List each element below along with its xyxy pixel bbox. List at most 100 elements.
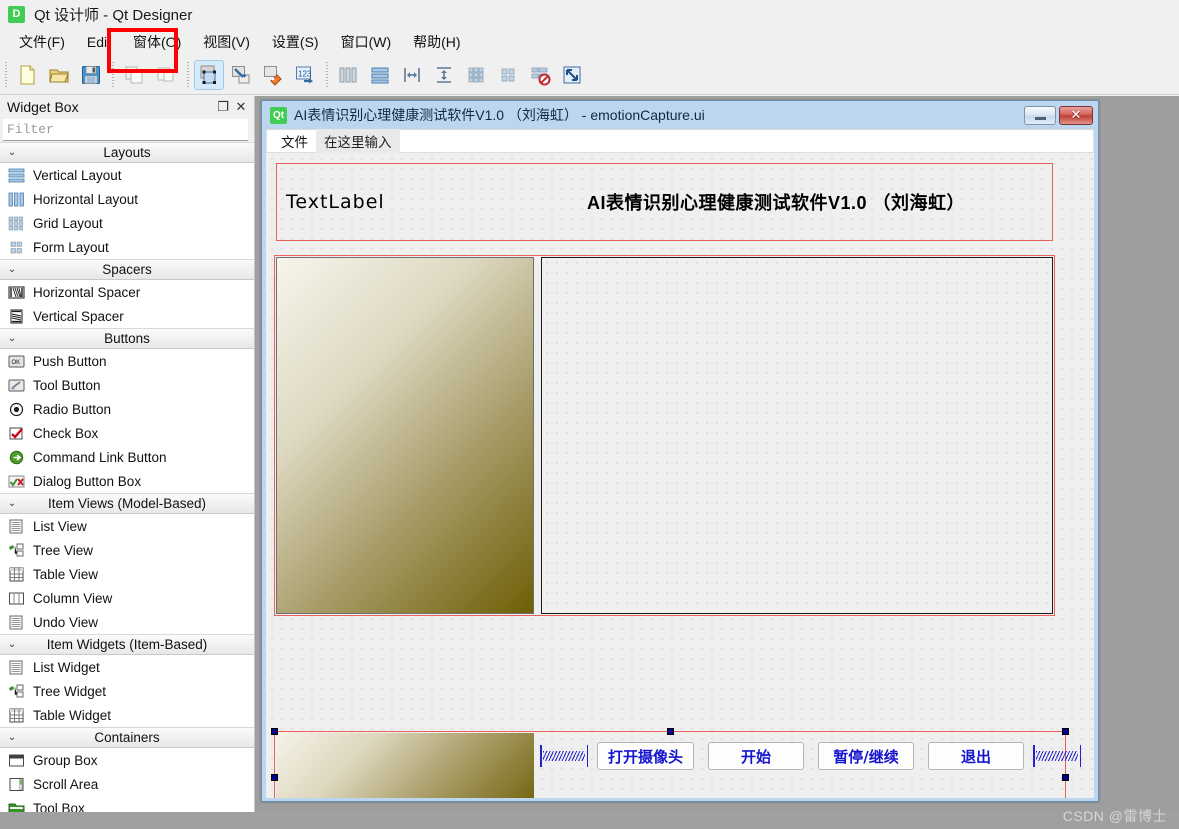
list-view-icon [5,517,27,535]
text-label[interactable]: TextLabel [286,191,385,213]
selection-handle[interactable] [667,728,674,735]
menu-settings[interactable]: 设置(S) [261,29,330,55]
widget-item-label: Vertical Spacer [33,308,124,324]
video-preview-panel[interactable] [276,257,534,614]
toolbar-grip-3[interactable] [184,62,191,88]
widget-item-table-widget[interactable]: Table Widget [0,703,254,727]
form-menu-placeholder[interactable]: 在这里输入 [316,129,400,153]
widget-item-check-box[interactable]: Check Box [0,421,254,445]
new-file-icon[interactable] [12,60,42,90]
app-logo-icon: D [8,6,25,23]
widget-item-label: Check Box [33,425,99,441]
edit-widgets-icon[interactable] [194,60,224,90]
toolbar-grip-4[interactable] [323,62,330,88]
category-label: Buttons [104,331,150,346]
menu-help[interactable]: 帮助(H) [402,29,471,55]
app-title: Qt 设计师 - Qt Designer [34,7,193,24]
widget-item-horizontal-layout[interactable]: Horizontal Layout [0,187,254,211]
bottom-strip [0,812,1179,829]
widget-item-table-view[interactable]: Table View [0,562,254,586]
widget-list: ⌄ Layouts Vertical Layout Horizontal Lay… [0,142,254,829]
title-label[interactable]: AI表情识别心理健康测试软件V1.0 （刘海虹） [587,189,965,215]
command-link-button-icon [5,448,27,466]
widget-item-tree-widget[interactable]: Tree Widget [0,679,254,703]
minimize-button[interactable] [1024,105,1056,125]
start-button[interactable]: 开始 [708,742,805,770]
toolbar-grip[interactable] [2,62,9,88]
widget-item-label: Push Button [33,353,107,369]
result-display-panel[interactable] [541,257,1053,614]
widget-item-vertical-layout[interactable]: Vertical Layout [0,163,254,187]
edit-signals-slots-icon[interactable] [226,60,256,90]
widget-item-label: Table View [33,566,99,582]
selection-handle[interactable] [271,774,278,781]
widget-item-vertical-spacer[interactable]: Vertical Spacer [0,304,254,328]
widget-item-label: Vertical Layout [33,167,122,183]
category-item-views[interactable]: ⌄ Item Views (Model-Based) [0,493,254,514]
edit-tab-order-icon[interactable]: 123 [290,60,320,90]
selection-handle[interactable] [1062,728,1069,735]
selection-handle[interactable] [271,728,278,735]
widget-box-title-bar: Widget Box ❐ ✕ [0,96,254,118]
widget-item-tool-button[interactable]: Tool Button [0,373,254,397]
selection-handle[interactable] [1062,774,1069,781]
widget-item-list-view[interactable]: List View [0,514,254,538]
widget-item-group-box[interactable]: Group Box [0,748,254,772]
category-containers[interactable]: ⌄ Containers [0,727,254,748]
widget-item-label: Tool Button [33,377,101,393]
save-file-icon[interactable] [76,60,106,90]
open-camera-button[interactable]: 打开摄像头 [597,742,695,770]
widget-item-label: Column View [33,590,113,606]
category-layouts[interactable]: ⌄ Layouts [0,142,254,163]
grid-layout-icon [5,214,27,232]
horizontal-spacer-left[interactable] [538,745,590,767]
pause-resume-button[interactable]: 暂停/继续 [818,742,915,770]
widget-item-label: Dialog Button Box [33,473,142,489]
widget-item-push-button[interactable]: OK Push Button [0,349,254,373]
filter-input[interactable]: Filter [3,119,248,141]
horizontal-layout-icon [5,190,27,208]
widget-item-form-layout[interactable]: Form Layout [0,235,254,259]
open-file-icon[interactable] [44,60,74,90]
widget-item-label: Horizontal Spacer [33,284,141,300]
widget-item-column-view[interactable]: Column View [0,586,254,610]
close-icon[interactable]: ✕ [232,99,250,115]
widget-item-label: Form Layout [33,239,109,255]
widget-item-label: Undo View [33,614,99,630]
layout-splitter-horizontal-icon [397,60,427,90]
category-buttons[interactable]: ⌄ Buttons [0,328,254,349]
menu-view[interactable]: 视图(V) [192,29,261,55]
category-spacers[interactable]: ⌄ Spacers [0,259,254,280]
panel-row [276,257,1053,614]
chevron-down-icon: ⌄ [7,498,17,509]
widget-item-label: Horizontal Layout [33,191,139,207]
exit-button[interactable]: 退出 [928,742,1025,770]
widget-item-grid-layout[interactable]: Grid Layout [0,211,254,235]
widget-item-scroll-area[interactable]: Scroll Area [0,772,254,796]
push-button-icon: OK [5,352,27,370]
category-item-widgets[interactable]: ⌄ Item Widgets (Item-Based) [0,634,254,655]
widget-item-dialog-button-box[interactable]: Dialog Button Box [0,469,254,493]
group-box-icon [5,751,27,769]
form-menu-file[interactable]: 文件 [273,129,316,153]
info-panel[interactable] [276,733,534,798]
form-canvas[interactable]: TextLabel AI表情识别心理健康测试软件V1.0 （刘海虹） 打开摄像头… [266,153,1094,798]
widget-item-tree-view[interactable]: Tree View [0,538,254,562]
widget-item-radio-button[interactable]: Radio Button [0,397,254,421]
edit-buddies-icon[interactable] [258,60,288,90]
widget-item-undo-view[interactable]: Undo View [0,610,254,634]
menu-file[interactable]: 文件(F) [8,29,76,55]
widget-item-list-widget[interactable]: List Widget [0,655,254,679]
chevron-down-icon: ⌄ [7,732,17,743]
header-label-row[interactable]: TextLabel AI表情识别心理健康测试软件V1.0 （刘海虹） [276,163,1053,241]
minimize-icon [1034,116,1046,120]
close-button[interactable]: ✕ [1059,105,1093,125]
widget-item-command-link-button[interactable]: Command Link Button [0,445,254,469]
float-icon[interactable]: ❐ [214,99,232,115]
widget-item-horizontal-spacer[interactable]: Horizontal Spacer [0,280,254,304]
widget-item-label: Table Widget [33,707,112,723]
form-window-title-bar[interactable]: Qt AI表情识别心理健康测试软件V1.0 （刘海虹） - emotionCap… [262,101,1098,129]
menu-window[interactable]: 窗口(W) [330,29,403,55]
widget-item-label: Scroll Area [33,776,99,792]
horizontal-spacer-right[interactable] [1031,745,1083,767]
